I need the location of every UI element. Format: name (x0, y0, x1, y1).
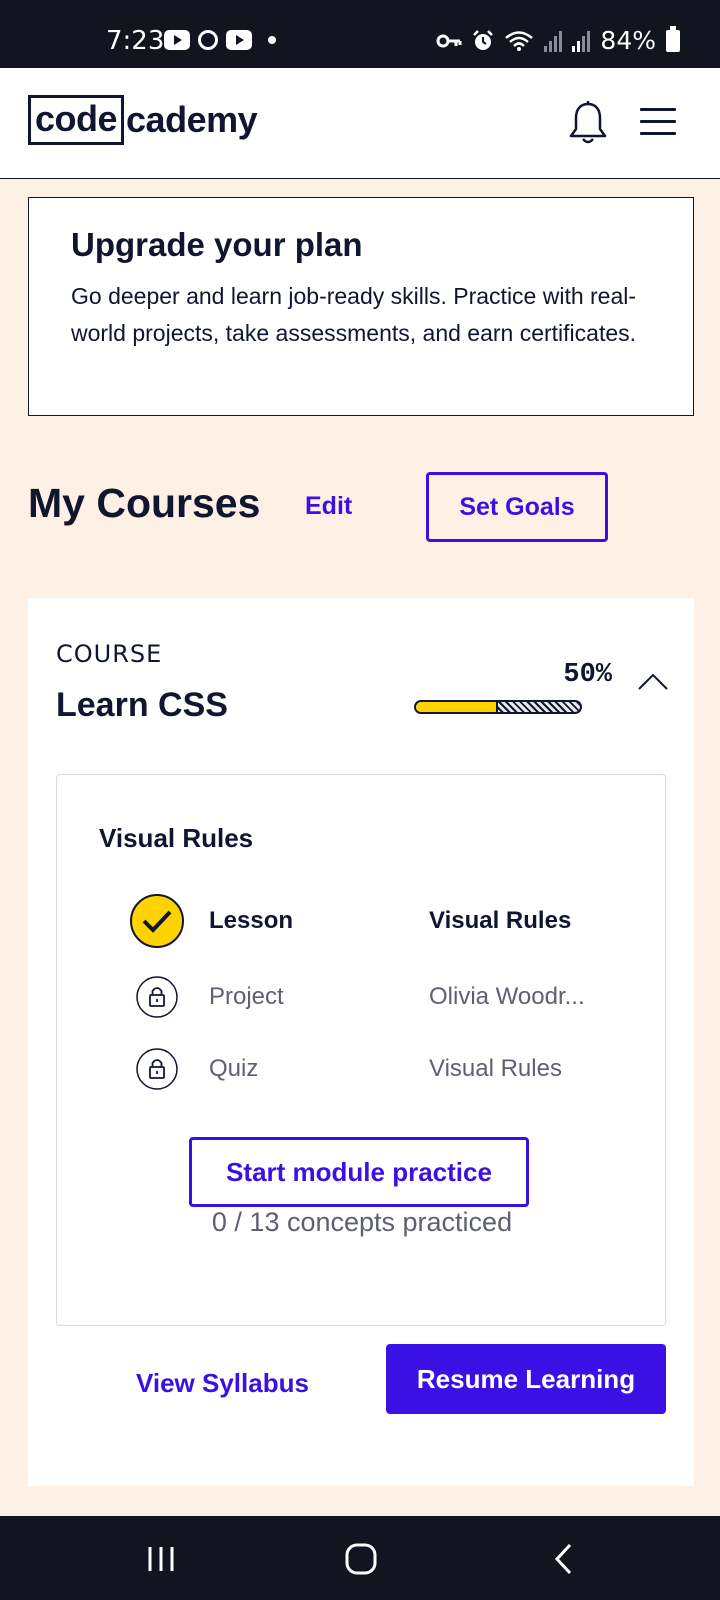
battery-percent: 84% (600, 26, 656, 55)
status-time: 7:23 (106, 26, 165, 56)
course-title[interactable]: Learn CSS (56, 686, 228, 725)
item-name: Olivia Woodr... (429, 983, 585, 1010)
view-syllabus-link[interactable]: View Syllabus (136, 1368, 309, 1399)
settings-icon (198, 30, 218, 50)
item-name: Visual Rules (429, 907, 572, 934)
progress-fill (416, 702, 498, 712)
module-item-quiz[interactable]: Quiz Visual Rules (57, 1039, 667, 1099)
upgrade-banner[interactable]: Upgrade your plan Go deeper and learn jo… (28, 197, 694, 416)
upgrade-body: Go deeper and learn job-ready skills. Pr… (71, 283, 637, 346)
course-card: COURSE Learn CSS 50% Visual Rules Lesson… (28, 598, 694, 1486)
item-type: Lesson (209, 907, 294, 934)
item-name: Visual Rules (429, 1055, 562, 1082)
status-bar: 7:23 84% (0, 0, 720, 68)
item-type: Quiz (209, 1055, 259, 1082)
youtube-icon (226, 30, 252, 50)
lock-icon (136, 1048, 178, 1090)
my-courses-title: My Courses (28, 480, 261, 526)
resume-learning-button[interactable]: Resume Learning (386, 1344, 666, 1414)
bell-icon[interactable] (568, 100, 608, 146)
course-kicker: COURSE (56, 640, 163, 668)
signal-icon (572, 30, 591, 52)
check-circle-icon (130, 894, 184, 948)
module-box: Visual Rules Lesson Visual Rules Project… (56, 774, 666, 1326)
logo-rest-text: cademy (126, 99, 258, 140)
chevron-up-icon[interactable] (636, 670, 670, 692)
start-module-practice-button[interactable]: Start module practice (189, 1137, 529, 1207)
codecademy-logo[interactable]: code cademy (28, 95, 258, 145)
dot-icon (268, 36, 276, 44)
vpn-key-icon (436, 34, 462, 47)
alarm-icon (473, 29, 494, 50)
home-icon[interactable] (344, 1542, 378, 1576)
practice-status: 0 / 13 concepts practiced (211, 1207, 513, 1237)
menu-icon[interactable] (640, 108, 676, 136)
edit-link[interactable]: Edit (305, 492, 352, 521)
battery-icon (666, 25, 680, 52)
wifi-icon (505, 30, 534, 51)
module-item-lesson[interactable]: Lesson Visual Rules (57, 891, 667, 951)
module-title: Visual Rules (99, 823, 254, 853)
logo-boxed-text: code (28, 95, 125, 145)
progress-percent: 50% (563, 660, 612, 690)
upgrade-title: Upgrade your plan (71, 226, 363, 263)
back-icon[interactable] (552, 1542, 574, 1576)
recent-apps-icon[interactable] (146, 1544, 176, 1574)
youtube-icon (164, 30, 190, 50)
app-header: code cademy (0, 68, 720, 179)
progress-bar (414, 700, 582, 714)
set-goals-button[interactable]: Set Goals (426, 472, 608, 542)
item-type: Project (209, 983, 284, 1010)
module-item-project[interactable]: Project Olivia Woodr... (57, 967, 667, 1027)
lock-icon (136, 976, 178, 1018)
signal-icon (544, 30, 563, 52)
system-nav-bar (0, 1516, 720, 1600)
